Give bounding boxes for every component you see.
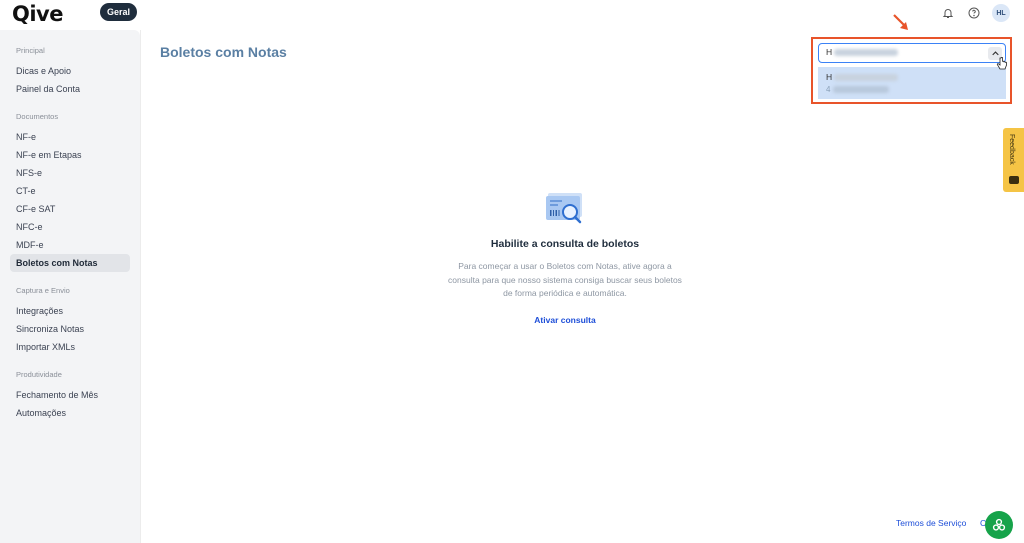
sidebar-item-painel-da-conta[interactable]: Painel da Conta: [10, 80, 130, 98]
sidebar-item-dicas-e-apoio[interactable]: Dicas e Apoio: [10, 62, 130, 80]
company-dropdown-option[interactable]: H 4: [818, 67, 1006, 99]
page-title: Boletos com Notas: [160, 44, 287, 60]
sidebar-item-cfe-sat[interactable]: CF-e SAT: [10, 200, 130, 218]
sidebar-item-cte[interactable]: CT-e: [10, 182, 130, 200]
sidebar-section-documentos: Documentos: [16, 112, 59, 121]
sidebar-item-nfse[interactable]: NFS-e: [10, 164, 130, 182]
company-select-value: H: [826, 47, 899, 57]
help-chat-button[interactable]: [985, 511, 1013, 539]
sidebar-item-nfe[interactable]: NF-e: [10, 128, 130, 146]
option-company-name: H: [826, 72, 899, 82]
app-window: Qive Geral HL Principal Dicas e Apoio Pa…: [0, 0, 1024, 543]
sidebar-section-principal: Principal: [16, 46, 45, 55]
boleto-search-illustration-icon: [546, 193, 582, 224]
sidebar-item-integracoes[interactable]: Integrações: [10, 302, 130, 320]
sidebar-item-automacoes[interactable]: Automações: [10, 404, 130, 422]
empty-state-description: Para começar a usar o Boletos com Notas,…: [448, 261, 682, 298]
top-icons: HL: [940, 4, 1010, 22]
sidebar-item-boletos-com-notas[interactable]: Boletos com Notas: [10, 254, 130, 272]
help-circle-icon[interactable]: [966, 5, 982, 21]
sidebar-item-nfce[interactable]: NFC-e: [10, 218, 130, 236]
feedback-icon: [1009, 176, 1019, 184]
empty-state-title: Habilite a consulta de boletos: [490, 238, 640, 250]
user-avatar[interactable]: HL: [992, 4, 1010, 22]
top-bar: Qive Geral HL: [0, 0, 1024, 28]
empty-state: Habilite a consulta de boletos Para come…: [440, 190, 690, 328]
sidebar-item-mdfe[interactable]: MDF-e: [10, 236, 130, 254]
terms-of-service-link[interactable]: Termos de Serviço: [896, 518, 966, 528]
sidebar-section-captura-e-envio: Captura e Envio: [16, 286, 70, 295]
workspace-badge[interactable]: Geral: [100, 3, 138, 21]
sidebar-item-nfe-em-etapas[interactable]: NF-e em Etapas: [10, 146, 130, 164]
sidebar-section-produtividade: Produtividade: [16, 370, 62, 379]
qive-logo[interactable]: Qive: [12, 2, 63, 26]
nodes-icon: [992, 518, 1006, 531]
sidebar-item-importar-xmls[interactable]: Importar XMLs: [10, 338, 130, 356]
annotation-arrow-icon: [893, 14, 908, 30]
feedback-tab[interactable]: Feedback: [1003, 128, 1024, 192]
sidebar-item-fechamento-de-mes[interactable]: Fechamento de Mês: [10, 386, 130, 404]
feedback-label: Feedback: [1008, 134, 1015, 165]
company-select[interactable]: H: [818, 43, 1006, 63]
sidebar: Principal Dicas e Apoio Painel da Conta …: [0, 30, 140, 543]
mouse-pointer-icon: [996, 57, 1007, 70]
sidebar-item-sincroniza-notas[interactable]: Sincroniza Notas: [10, 320, 130, 338]
bell-icon[interactable]: [940, 5, 956, 21]
option-company-document: 4: [826, 85, 890, 94]
activate-query-link[interactable]: Ativar consulta: [534, 315, 595, 325]
